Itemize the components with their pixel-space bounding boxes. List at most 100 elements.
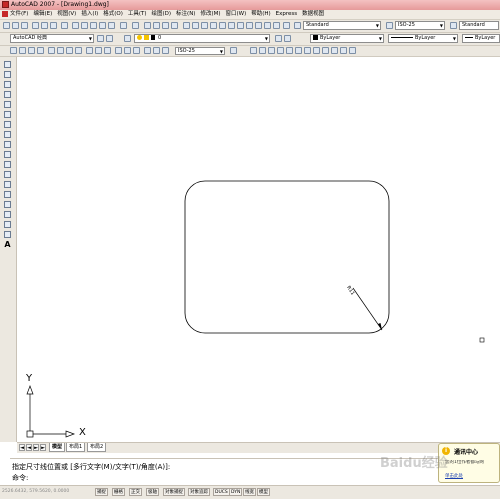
continue-dim-icon[interactable] — [104, 47, 111, 54]
zoom-previous-icon[interactable] — [171, 22, 178, 29]
modify-icon-12[interactable] — [349, 47, 356, 54]
menu-dimension[interactable]: 标注(N) — [176, 10, 195, 19]
quick-dim-icon[interactable] — [86, 47, 93, 54]
select-icon[interactable] — [255, 22, 262, 29]
dim-style-combo-2[interactable]: ISO-25 ▼ — [175, 47, 225, 55]
model-toggle[interactable]: 模型 — [257, 488, 270, 496]
save-icon[interactable] — [21, 22, 28, 29]
lineweight-combo[interactable]: ByLayer — [462, 34, 500, 43]
menu-view[interactable]: 视图(V) — [57, 10, 76, 19]
modify-icon-3[interactable] — [268, 47, 275, 54]
layer-state-icon[interactable] — [246, 22, 253, 29]
polyline-icon[interactable] — [4, 81, 11, 88]
quickcalc-icon[interactable] — [228, 22, 235, 29]
layer-previous-icon[interactable] — [284, 35, 291, 42]
modify-icon-11[interactable] — [340, 47, 347, 54]
balloon-link[interactable]: 单击此处 — [445, 473, 463, 479]
menu-draw[interactable]: 绘图(D) — [152, 10, 172, 19]
command-input[interactable]: 命令: — [12, 473, 28, 483]
menu-express[interactable]: Express — [276, 10, 297, 19]
menu-help[interactable]: 帮助(H) — [251, 10, 270, 19]
coordinates-readout[interactable]: 2526.6432, 579.5620, 0.0000 — [2, 489, 69, 494]
arc-length-dim-icon[interactable] — [28, 47, 35, 54]
rounded-rectangle[interactable] — [184, 180, 390, 334]
table-icon[interactable] — [4, 231, 11, 238]
make-block-icon[interactable] — [4, 181, 11, 188]
tool-palettes-icon[interactable] — [201, 22, 208, 29]
drawing-canvas[interactable]: R11 Y X — [17, 57, 500, 442]
polar-toggle[interactable]: 极轴 — [146, 488, 159, 496]
tab-model[interactable]: 模型 — [49, 443, 66, 452]
workspace-combo[interactable]: AutoCAD 经典 ▼ — [10, 34, 94, 43]
lineweight-toggle[interactable]: 线宽 — [243, 488, 256, 496]
prev-tab-icon[interactable]: ◄ — [26, 444, 32, 451]
region-icon[interactable] — [4, 221, 11, 228]
modify-icon-7[interactable] — [304, 47, 311, 54]
menu-modify[interactable]: 修改(M) — [200, 10, 220, 19]
ducs-toggle[interactable]: DUCS — [213, 488, 230, 496]
system-menu-icon[interactable] — [2, 11, 8, 17]
make-current-layer-icon[interactable] — [275, 35, 282, 42]
menu-insert[interactable]: 插入(I) — [81, 10, 98, 19]
match-properties-icon[interactable] — [99, 22, 106, 29]
menu-data-view[interactable]: 数据视图 — [302, 10, 324, 19]
radius-dimension-line[interactable] — [352, 287, 383, 331]
dim-text-edit-icon[interactable] — [153, 47, 160, 54]
arc-icon[interactable] — [4, 111, 11, 118]
revision-cloud-icon[interactable] — [4, 131, 11, 138]
point-icon[interactable] — [4, 191, 11, 198]
diameter-dim-icon[interactable] — [66, 47, 73, 54]
construction-line-icon[interactable] — [4, 71, 11, 78]
dim-style-combo[interactable]: ISO-25 ▼ — [395, 21, 445, 30]
tolerance-icon[interactable] — [124, 47, 131, 54]
pan-icon[interactable] — [144, 22, 151, 29]
modify-icon-8[interactable] — [313, 47, 320, 54]
sheet-set-icon[interactable] — [210, 22, 217, 29]
ellipse-arc-icon[interactable] — [4, 161, 11, 168]
modify-icon-10[interactable] — [331, 47, 338, 54]
3d-dwf-icon[interactable] — [61, 22, 68, 29]
zoom-window-icon[interactable] — [162, 22, 169, 29]
calculator-icon[interactable] — [273, 22, 280, 29]
layer-combo[interactable]: 0 ▼ — [134, 34, 270, 43]
cut-icon[interactable] — [72, 22, 79, 29]
aligned-dim-icon[interactable] — [19, 47, 26, 54]
snap-toggle[interactable]: 捕捉 — [95, 488, 108, 496]
modify-icon-2[interactable] — [259, 47, 266, 54]
help-icon[interactable] — [283, 22, 290, 29]
text-style-combo[interactable]: Standard ▼ — [303, 21, 381, 30]
line-icon[interactable] — [4, 61, 11, 68]
angular-dim-icon[interactable] — [75, 47, 82, 54]
modify-icon-1[interactable] — [250, 47, 257, 54]
new-icon[interactable] — [3, 22, 10, 29]
insert-block-icon[interactable] — [4, 171, 11, 178]
print-preview-icon[interactable] — [41, 22, 48, 29]
menu-file[interactable]: 文件(F) — [10, 10, 28, 19]
radius-dim-icon[interactable] — [48, 47, 55, 54]
workspace-save-icon[interactable] — [106, 35, 113, 42]
open-icon[interactable] — [12, 22, 19, 29]
menu-window[interactable]: 窗口(W) — [226, 10, 247, 19]
center-mark-icon[interactable] — [133, 47, 140, 54]
rectangle-icon[interactable] — [4, 101, 11, 108]
multiline-text-icon[interactable]: A — [4, 241, 11, 249]
grip-point[interactable] — [479, 337, 485, 343]
dyn-toggle[interactable]: DYN — [229, 488, 243, 496]
publish-icon[interactable] — [50, 22, 57, 29]
ortho-toggle[interactable]: 正交 — [129, 488, 142, 496]
design-center-icon[interactable] — [192, 22, 199, 29]
menu-edit[interactable]: 编辑(E) — [33, 10, 52, 19]
block-editor-icon[interactable] — [108, 22, 115, 29]
otrack-toggle[interactable]: 对象追踪 — [188, 488, 210, 496]
first-tab-icon[interactable]: ◄ — [19, 444, 25, 451]
modify-icon-9[interactable] — [322, 47, 329, 54]
workspace-settings-icon[interactable] — [97, 35, 104, 42]
polygon-icon[interactable] — [4, 91, 11, 98]
color-combo[interactable]: ByLayer ▼ — [310, 34, 384, 43]
spline-icon[interactable] — [4, 141, 11, 148]
baseline-dim-icon[interactable] — [95, 47, 102, 54]
tab-layout1[interactable]: 布局1 — [66, 443, 86, 452]
ellipse-icon[interactable] — [4, 151, 11, 158]
next-tab-icon[interactable]: ► — [33, 444, 39, 451]
modify-icon-6[interactable] — [295, 47, 302, 54]
